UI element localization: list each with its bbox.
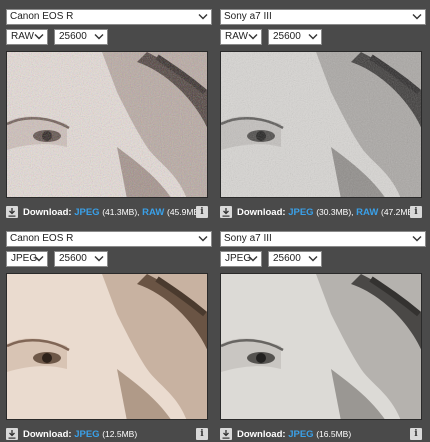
comparison-panel-bottom-right: Sony a7 III JPEG 25600 Download: JPEG (1… [220, 231, 426, 441]
chevron-down-icon [308, 252, 318, 266]
download-label: Download: [23, 428, 72, 440]
jpeg-size: (41.3MB), [102, 206, 140, 217]
sample-image[interactable] [6, 51, 208, 198]
camera-select[interactable]: Canon EOS R [6, 9, 212, 25]
iso-select-value: 25600 [59, 31, 87, 42]
camera-select[interactable]: Sony a7 III [220, 9, 426, 25]
download-icon[interactable] [6, 428, 18, 440]
info-icon[interactable]: i [196, 428, 208, 440]
sample-image[interactable] [220, 51, 422, 198]
jpeg-link[interactable]: JPEG [74, 429, 99, 440]
chevron-down-icon [248, 252, 258, 266]
iso-select[interactable]: 25600 [268, 251, 322, 267]
chevron-down-icon [198, 232, 208, 246]
info-icon[interactable]: i [410, 206, 422, 218]
info-icon[interactable]: i [196, 206, 208, 218]
iso-select-value: 25600 [59, 253, 87, 264]
chevron-down-icon [34, 30, 44, 44]
camera-select[interactable]: Sony a7 III [220, 231, 426, 247]
raw-link[interactable]: RAW [356, 207, 378, 218]
jpeg-link[interactable]: JPEG [74, 207, 99, 218]
comparison-panel-top-right: Sony a7 III RAW 25600 Download: JPEG (30… [220, 9, 426, 219]
format-select-value: RAW [225, 31, 248, 42]
chevron-down-icon [412, 232, 422, 246]
camera-select-value: Sony a7 III [224, 11, 272, 22]
camera-select-value: Canon EOS R [10, 233, 74, 244]
jpeg-size: (30.3MB), [316, 206, 354, 217]
format-select[interactable]: JPEG [220, 251, 262, 267]
jpeg-size: (12.5MB) [102, 428, 138, 439]
chevron-down-icon [34, 252, 44, 266]
iso-select[interactable]: 25600 [54, 29, 108, 45]
iso-select-value: 25600 [273, 31, 301, 42]
camera-select[interactable]: Canon EOS R [6, 231, 212, 247]
chevron-down-icon [412, 10, 422, 24]
comparison-panel-top-left: Canon EOS R RAW 25600 Download: JPEG (41… [6, 9, 212, 219]
sample-image[interactable] [6, 273, 208, 420]
chevron-down-icon [308, 30, 318, 44]
iso-select[interactable]: 25600 [268, 29, 322, 45]
chevron-down-icon [94, 252, 104, 266]
camera-select-value: Canon EOS R [10, 11, 74, 22]
camera-select-value: Sony a7 III [224, 233, 272, 244]
format-select[interactable]: JPEG [6, 251, 48, 267]
download-icon[interactable] [220, 206, 232, 218]
jpeg-link[interactable]: JPEG [288, 429, 313, 440]
download-label: Download: [237, 206, 286, 218]
comparison-panel-bottom-left: Canon EOS R JPEG 25600 Download: JPEG (1… [6, 231, 212, 441]
format-select[interactable]: RAW [220, 29, 262, 45]
download-label: Download: [23, 206, 72, 218]
iso-select[interactable]: 25600 [54, 251, 108, 267]
download-icon[interactable] [6, 206, 18, 218]
download-row: Download: JPEG (30.3MB), RAW (47.2MB) i [220, 205, 426, 219]
download-icon[interactable] [220, 428, 232, 440]
download-row: Download: JPEG (41.3MB), RAW (45.9MB) i [6, 205, 212, 219]
download-row: Download: JPEG (12.5MB) i [6, 427, 212, 441]
raw-link[interactable]: RAW [142, 207, 164, 218]
info-icon[interactable]: i [410, 428, 422, 440]
jpeg-link[interactable]: JPEG [288, 207, 313, 218]
format-select-value: RAW [11, 31, 34, 42]
sample-image[interactable] [220, 273, 422, 420]
chevron-down-icon [94, 30, 104, 44]
chevron-down-icon [198, 10, 208, 24]
iso-select-value: 25600 [273, 253, 301, 264]
format-select[interactable]: RAW [6, 29, 48, 45]
download-row: Download: JPEG (16.5MB) i [220, 427, 426, 441]
chevron-down-icon [248, 30, 258, 44]
jpeg-size: (16.5MB) [316, 428, 352, 439]
download-label: Download: [237, 428, 286, 440]
